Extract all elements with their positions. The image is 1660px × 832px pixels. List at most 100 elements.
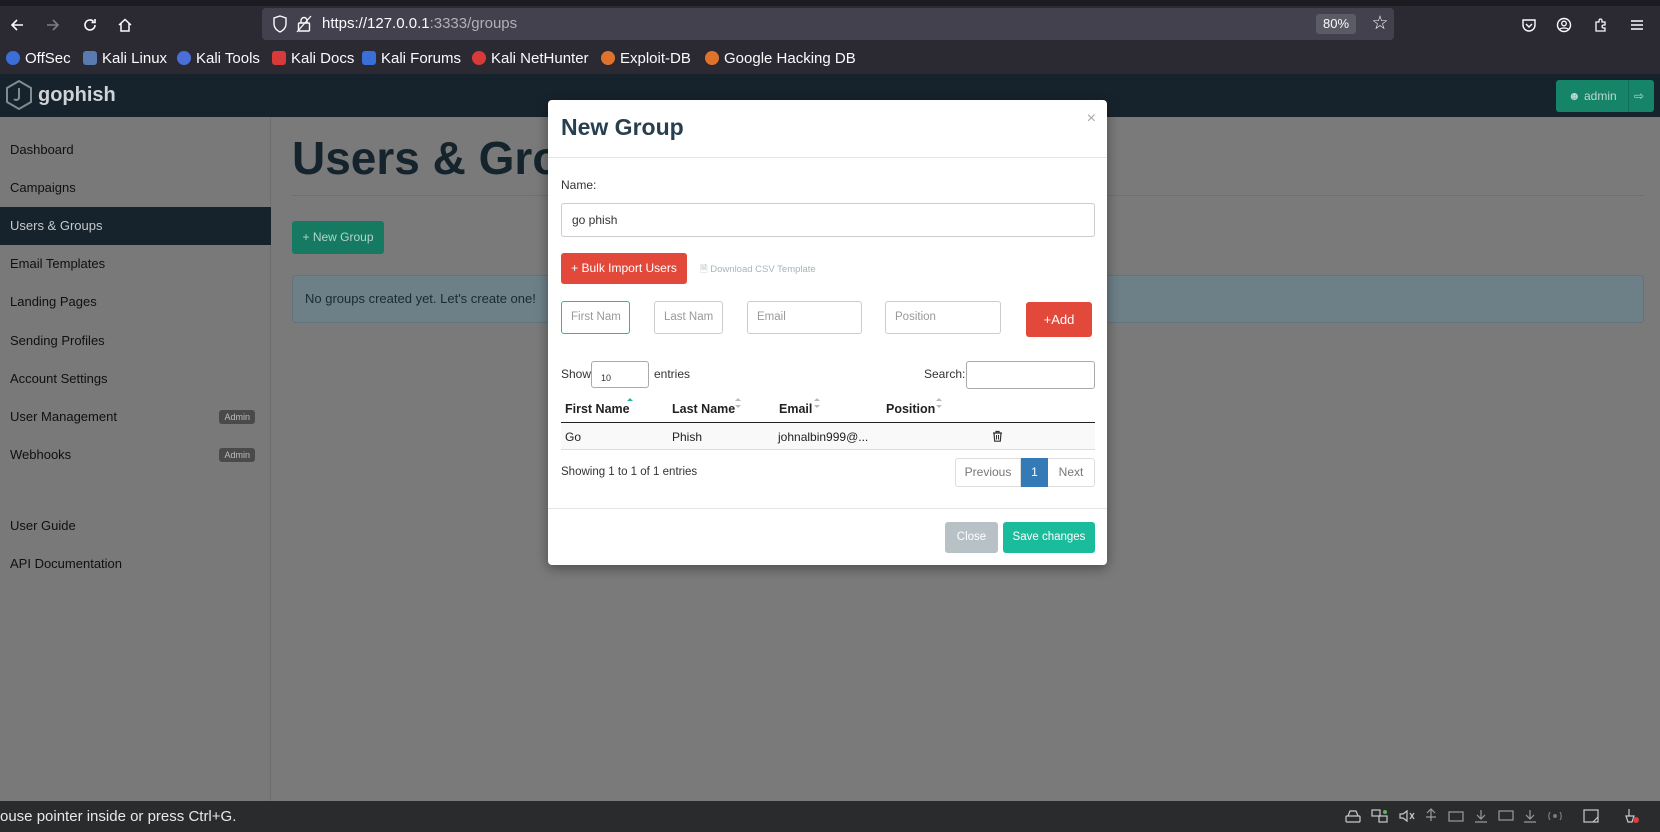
trash-icon[interactable] — [992, 430, 1003, 442]
bookmark-google-hacking-db[interactable]: Google Hacking DB — [705, 47, 856, 69]
table-search-input[interactable] — [966, 361, 1095, 389]
audio-icon[interactable] — [1398, 808, 1416, 824]
pagination-next[interactable]: Next — [1048, 458, 1095, 487]
download-csv-template-link[interactable]: 🗎 Download CSV Template — [700, 262, 816, 278]
kali-docs-icon — [272, 51, 286, 65]
usb-icon[interactable] — [1422, 808, 1440, 824]
username: admin — [1583, 89, 1617, 103]
sidebar-item-user-management[interactable]: User Management Admin — [0, 398, 271, 436]
clipboard-icon[interactable] — [1582, 808, 1600, 824]
vm-status-bar: ouse pointer inside or press Ctrl+G. — [0, 801, 1660, 832]
position-input[interactable]: Position — [885, 301, 1001, 334]
bookmark-star-icon[interactable]: ☆ — [1368, 12, 1392, 36]
extensions-button[interactable] — [1588, 12, 1614, 38]
sidebar-item-webhooks[interactable]: Webhooks Admin — [0, 436, 271, 474]
shared-folder-icon[interactable] — [1472, 808, 1490, 824]
user-menu-button[interactable]: ☻ admin ⇨ — [1556, 80, 1654, 112]
home-icon — [118, 18, 132, 32]
menu-button[interactable] — [1624, 12, 1650, 38]
column-header-first-name[interactable]: First Name — [565, 402, 630, 416]
kali-tools-icon — [177, 51, 191, 65]
sort-ascending-icon[interactable] — [626, 397, 634, 409]
forward-button[interactable] — [40, 12, 66, 38]
first-name-input[interactable]: First Nam — [561, 301, 630, 334]
tracking-shield-icon[interactable] — [272, 15, 288, 33]
close-icon[interactable]: × — [1087, 110, 1096, 128]
kali-dragon-icon — [83, 51, 97, 65]
save-changes-button[interactable]: Save changes — [1003, 522, 1095, 553]
sidebar-item-label: Email Templates — [10, 256, 106, 271]
column-header-position[interactable]: Position — [886, 402, 935, 416]
user-icon: ☻ — [1568, 89, 1581, 103]
bookmark-offsec[interactable]: OffSec — [6, 47, 71, 69]
offsec-icon — [6, 51, 20, 65]
recording-icon[interactable] — [1521, 808, 1539, 824]
sort-icon[interactable] — [734, 397, 742, 409]
sidebar-item-api-documentation[interactable]: API Documentation — [0, 545, 271, 583]
url-host: https://127.0.0.1 — [322, 15, 430, 32]
show-label: Show — [561, 367, 592, 381]
pocket-button[interactable] — [1516, 12, 1542, 38]
add-user-button[interactable]: +Add — [1026, 302, 1092, 337]
lock-warning-icon[interactable] — [296, 15, 312, 33]
sidebar-item-landing-pages[interactable]: Landing Pages — [0, 283, 271, 321]
bookmark-kali-linux[interactable]: Kali Linux — [83, 47, 167, 69]
bookmark-kali-nethunter[interactable]: Kali NetHunter — [472, 47, 589, 69]
account-icon — [1556, 17, 1572, 33]
hard-disk-icon[interactable] — [1344, 808, 1362, 824]
pagination-page-1[interactable]: 1 — [1021, 458, 1048, 487]
last-name-input[interactable]: Last Nam — [654, 301, 723, 334]
kali-forums-icon — [362, 51, 376, 65]
sidebar-item-label: User Guide — [10, 518, 76, 533]
back-arrow-icon — [10, 19, 23, 31]
plus-icon: + — [571, 261, 579, 275]
close-button[interactable]: Close — [945, 522, 998, 553]
reload-button[interactable] — [77, 12, 103, 38]
zoom-level-badge[interactable]: 80% — [1316, 14, 1357, 34]
column-header-email[interactable]: Email — [779, 402, 812, 416]
csv-template-label: Download CSV Template — [710, 264, 816, 275]
reload-icon — [84, 19, 96, 31]
bookmark-exploit-db[interactable]: Exploit-DB — [601, 47, 691, 69]
url-bar[interactable]: https://127.0.0.1:3333/groups 80% ☆ — [262, 8, 1394, 40]
home-button[interactable] — [112, 12, 138, 38]
new-group-button[interactable]: + New Group — [292, 221, 384, 254]
logout-icon[interactable]: ⇨ — [1634, 80, 1644, 112]
wireless-icon[interactable] — [1546, 808, 1564, 824]
display-icon[interactable] — [1497, 808, 1515, 824]
mouse-capture-icon[interactable] — [1622, 808, 1640, 824]
sort-icon[interactable] — [813, 397, 821, 409]
bookmark-kali-docs[interactable]: Kali Docs — [272, 47, 354, 69]
email-input[interactable]: Email — [747, 301, 862, 334]
sidebar-item-campaigns[interactable]: Campaigns — [0, 169, 271, 207]
sidebar-item-dashboard[interactable]: Dashboard — [0, 131, 271, 169]
cell-email: johnalbin999@... — [778, 430, 869, 444]
pagination-previous[interactable]: Previous — [955, 458, 1021, 487]
account-button[interactable] — [1551, 12, 1577, 38]
bookmark-label: OffSec — [25, 49, 71, 67]
optical-drive-icon[interactable] — [1447, 808, 1465, 824]
group-name-input[interactable]: go phish — [561, 203, 1095, 237]
sidebar-item-label: Account Settings — [10, 371, 108, 386]
column-header-last-name[interactable]: Last Name — [672, 402, 735, 416]
bookmark-kali-forums[interactable]: Kali Forums — [362, 47, 461, 69]
modal-header-divider — [548, 157, 1107, 158]
network-icon[interactable] — [1371, 808, 1389, 824]
entries-label: entries — [654, 367, 691, 381]
sidebar-item-users-groups[interactable]: Users & Groups — [0, 207, 271, 245]
sidebar-item-sending-profiles[interactable]: Sending Profiles — [0, 322, 271, 360]
sidebar-item-label: Dashboard — [10, 142, 74, 157]
bookmark-kali-tools[interactable]: Kali Tools — [177, 47, 260, 69]
back-button[interactable] — [4, 12, 30, 38]
sidebar-item-user-guide[interactable]: User Guide — [0, 507, 271, 545]
hamburger-menu-icon — [1631, 20, 1643, 30]
gophish-logo[interactable]: gophish — [4, 78, 116, 112]
file-icon: 🗎 — [700, 264, 708, 275]
sidebar-item-account-settings[interactable]: Account Settings — [0, 360, 271, 398]
add-label: Add — [1051, 312, 1075, 327]
entries-per-page-select[interactable]: 10 — [591, 361, 649, 388]
bulk-import-button[interactable]: + Bulk Import Users — [561, 253, 687, 284]
modal-title: New Group — [561, 114, 684, 140]
sort-icon[interactable] — [935, 397, 943, 409]
sidebar-item-email-templates[interactable]: Email Templates — [0, 245, 271, 283]
